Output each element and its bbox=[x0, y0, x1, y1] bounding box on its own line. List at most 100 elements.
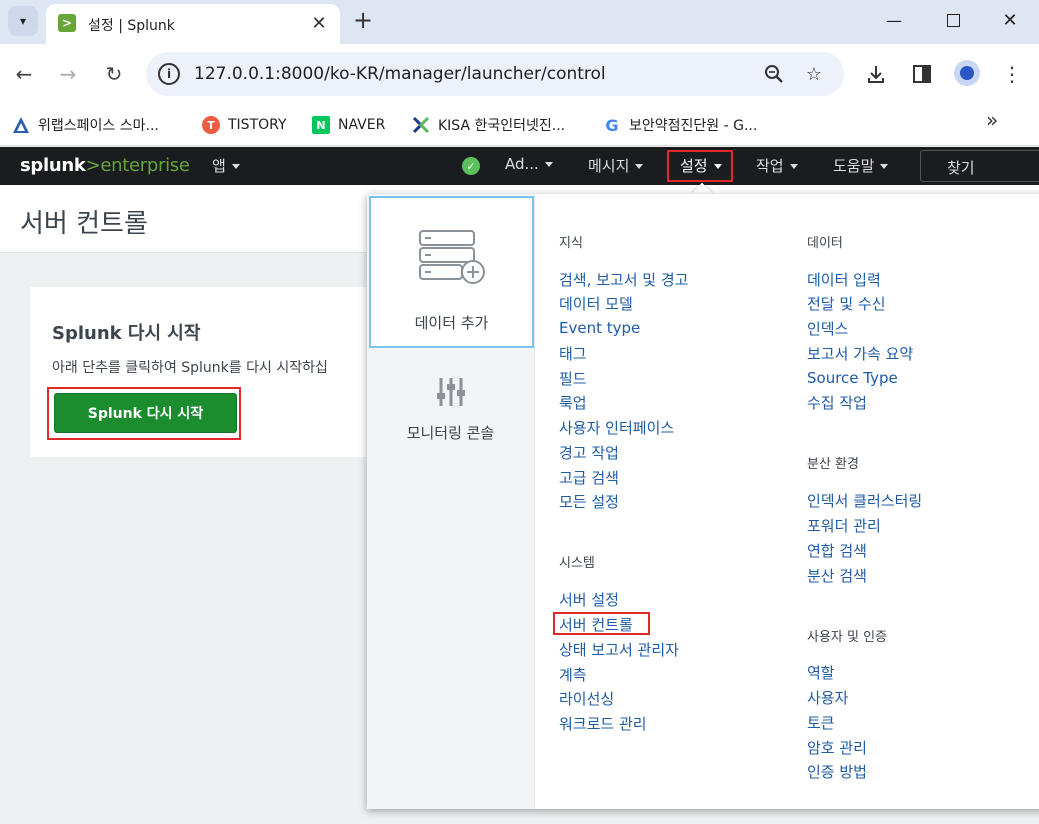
forward-button[interactable]: → bbox=[52, 58, 84, 90]
menu-link-data-inputs[interactable]: 데이터 입력 bbox=[807, 269, 881, 290]
help-menu[interactable]: 도움말 bbox=[833, 155, 889, 176]
address-bar[interactable]: i 127.0.0.1:8000/ko-KR/manager/launcher/… bbox=[146, 52, 844, 96]
knowledge-heading: 지식 bbox=[559, 236, 583, 251]
side-panel-icon[interactable] bbox=[908, 60, 936, 88]
database-add-icon bbox=[419, 230, 485, 284]
google-icon: G bbox=[605, 115, 619, 135]
menu-link-event-types[interactable]: Event type bbox=[559, 319, 640, 337]
caret-down-icon bbox=[789, 164, 798, 169]
restart-splunk-button[interactable]: Splunk 다시 시작 bbox=[54, 393, 237, 433]
caret-down-icon bbox=[544, 162, 553, 167]
status-ok-icon: ✓ bbox=[462, 157, 480, 175]
add-data-tile[interactable]: 데이터 추가 bbox=[369, 196, 534, 348]
menu-link-tokens[interactable]: 토큰 bbox=[807, 712, 835, 733]
menu-link-lookups[interactable]: 룩업 bbox=[559, 392, 587, 413]
naver-icon: N bbox=[312, 116, 330, 134]
monitoring-sliders-icon bbox=[437, 378, 465, 406]
admin-menu[interactable]: Ad... bbox=[505, 155, 553, 173]
menu-link-data-models[interactable]: 데이터 모델 bbox=[559, 293, 633, 314]
menu-link-licensing[interactable]: 라이선싱 bbox=[559, 688, 614, 709]
more-bookmarks-icon[interactable]: » bbox=[986, 108, 998, 132]
menu-link-indexes[interactable]: 인덱스 bbox=[807, 318, 848, 339]
maximize-button[interactable] bbox=[933, 6, 973, 34]
data-heading: 데이터 bbox=[807, 236, 843, 251]
menu-link-forwarder-management[interactable]: 포워더 관리 bbox=[807, 515, 881, 536]
panel-title: Splunk 다시 시작 bbox=[52, 323, 201, 344]
bookmark-label: 보안약점진단원 - G... bbox=[629, 118, 758, 134]
menu-link-instrumentation[interactable]: 계측 bbox=[559, 664, 587, 685]
menu-kebab-icon[interactable]: ⋮ bbox=[998, 60, 1026, 88]
url-text[interactable]: 127.0.0.1:8000/ko-KR/manager/launcher/co… bbox=[194, 64, 606, 84]
site-info-icon[interactable]: i bbox=[158, 63, 180, 85]
tab-search-button[interactable]: ▾ bbox=[8, 6, 38, 36]
profile-avatar-icon[interactable] bbox=[954, 60, 980, 86]
monitoring-console-tile[interactable]: 모니터링 콘솔 bbox=[367, 422, 534, 443]
menu-link-searches-reports-alerts[interactable]: 검색, 보고서 및 경고 bbox=[559, 269, 688, 290]
menu-link-source-types[interactable]: Source Type bbox=[807, 369, 898, 387]
settings-highlight-box bbox=[667, 150, 733, 182]
menu-link-user-interface[interactable]: 사용자 인터페이스 bbox=[559, 417, 674, 438]
menu-link-password-management[interactable]: 암호 관리 bbox=[807, 737, 867, 758]
minimize-button[interactable]: — bbox=[874, 6, 914, 34]
bookmark-star-icon[interactable]: ☆ bbox=[802, 62, 826, 86]
kisa-icon bbox=[412, 116, 430, 134]
caret-down-icon bbox=[231, 164, 240, 169]
browser-tab-bar: ▾ > 설정 | Splunk ✕ + — ✕ bbox=[0, 0, 1039, 44]
download-icon[interactable] bbox=[862, 60, 890, 88]
menu-link-all-configurations[interactable]: 모든 설정 bbox=[559, 491, 619, 512]
menu-link-roles[interactable]: 역할 bbox=[807, 662, 835, 683]
caret-down-icon bbox=[880, 164, 889, 169]
menu-link-forwarding-receiving[interactable]: 전달 및 수신 bbox=[807, 293, 886, 314]
menu-link-fields[interactable]: 필드 bbox=[559, 368, 587, 389]
bookmark-label: NAVER bbox=[338, 117, 386, 133]
bookmark-label: TISTORY bbox=[228, 117, 287, 133]
window-close-button[interactable]: ✕ bbox=[990, 6, 1030, 34]
back-button[interactable]: ← bbox=[8, 58, 40, 90]
settings-dropdown: 데이터 추가 모니터링 콘솔 지식 검색, 보고서 및 경고 데이터 모델 Ev… bbox=[367, 194, 1039, 809]
menu-link-indexer-clustering[interactable]: 인덱서 클러스터링 bbox=[807, 490, 922, 511]
splunk-logo[interactable]: splunk>enterprise bbox=[20, 155, 190, 176]
bookmarks-bar: 위랩스페이스 스마... T TISTORY N NAVER KISA 한국인터… bbox=[0, 104, 1039, 146]
menu-link-alert-actions[interactable]: 경고 작업 bbox=[559, 442, 619, 463]
chevron-down-icon: ▾ bbox=[19, 14, 27, 28]
system-heading: 시스템 bbox=[559, 556, 595, 571]
splunk-nav-bar: splunk>enterprise 앱 ✓ Ad... 메시지 설정 작업 도움… bbox=[0, 147, 1039, 185]
wrap-icon bbox=[12, 116, 30, 134]
distributed-heading: 분산 환경 bbox=[807, 457, 859, 472]
activity-menu[interactable]: 작업 bbox=[756, 155, 798, 176]
close-tab-icon[interactable]: ✕ bbox=[308, 12, 330, 34]
reload-button[interactable]: ↻ bbox=[98, 58, 130, 90]
menu-link-tags[interactable]: 태그 bbox=[559, 343, 587, 364]
browser-tab[interactable]: > 설정 | Splunk ✕ bbox=[46, 4, 340, 44]
server-controls-highlight-box bbox=[553, 612, 650, 635]
bookmark-item[interactable]: G 보안약점진단원 - G... bbox=[603, 112, 757, 138]
menu-tiles-column: 데이터 추가 모니터링 콘솔 bbox=[367, 194, 535, 809]
add-data-label: 데이터 추가 bbox=[414, 314, 489, 332]
bookmark-label: 위랩스페이스 스마... bbox=[38, 118, 159, 134]
page-title: 서버 컨트롤 bbox=[20, 209, 148, 239]
menu-link-workload-management[interactable]: 워크로드 관리 bbox=[559, 713, 647, 734]
bookmark-item[interactable]: 위랩스페이스 스마... bbox=[12, 112, 159, 138]
apps-menu[interactable]: 앱 bbox=[212, 155, 240, 176]
menu-link-users[interactable]: 사용자 bbox=[807, 687, 848, 708]
bookmark-item[interactable]: N NAVER bbox=[312, 112, 385, 138]
menu-link-report-acceleration[interactable]: 보고서 가속 요약 bbox=[807, 343, 913, 364]
menu-link-server-settings[interactable]: 서버 설정 bbox=[559, 589, 619, 610]
tab-title: 설정 | Splunk bbox=[88, 18, 175, 34]
menu-link-ingest-actions[interactable]: 수집 작업 bbox=[807, 392, 867, 413]
menu-link-advanced-search[interactable]: 고급 검색 bbox=[559, 467, 619, 488]
tistory-icon: T bbox=[202, 116, 220, 134]
splunk-favicon-icon: > bbox=[58, 14, 76, 32]
find-input[interactable]: 찾기 bbox=[920, 150, 1039, 182]
bookmark-item[interactable]: T TISTORY bbox=[202, 112, 287, 138]
new-tab-button[interactable]: + bbox=[350, 6, 376, 34]
menu-link-federated-search[interactable]: 연합 검색 bbox=[807, 540, 867, 561]
menu-link-distributed-search[interactable]: 분산 검색 bbox=[807, 565, 867, 586]
bookmark-item[interactable]: KISA 한국인터넷진... bbox=[412, 112, 565, 138]
zoom-icon[interactable] bbox=[762, 62, 786, 86]
browser-toolbar: ← → ↻ i 127.0.0.1:8000/ko-KR/manager/lau… bbox=[0, 44, 1039, 104]
menu-link-health-report-manager[interactable]: 상태 보고서 관리자 bbox=[559, 639, 679, 660]
messages-menu[interactable]: 메시지 bbox=[588, 155, 644, 176]
menu-link-authentication-methods[interactable]: 인증 방법 bbox=[807, 761, 867, 782]
bookmark-label: KISA 한국인터넷진... bbox=[438, 118, 566, 134]
